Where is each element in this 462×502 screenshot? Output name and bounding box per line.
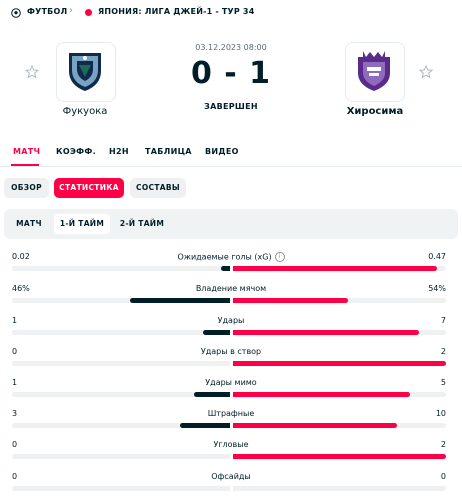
match-status: ЗАВЕРШЕН <box>204 102 258 111</box>
stat-away-track <box>233 298 446 303</box>
stat-away-value: 0 <box>440 472 446 481</box>
period-first-half[interactable]: 1-Й ТАЙМ <box>54 214 110 234</box>
stat-row-shots-off-target: 1 Удары мимо 5 <box>0 378 462 408</box>
stat-label: Удары <box>217 316 245 325</box>
japan-flag-icon <box>85 9 92 16</box>
fukuoka-crest-icon <box>69 53 101 91</box>
stat-away-track <box>233 392 446 397</box>
hiroshima-crest-icon <box>358 51 390 91</box>
stat-home-value: 0 <box>12 347 18 356</box>
chevron-right-icon: › <box>69 5 73 16</box>
home-team-name[interactable]: Фукуока <box>35 106 135 117</box>
stat-away-bar <box>233 392 411 397</box>
stat-home-track <box>12 454 230 459</box>
stat-home-track <box>12 361 230 366</box>
match-score: 0 - 1 <box>190 56 272 91</box>
stat-away-track <box>233 423 446 428</box>
stat-label: Офсайды <box>211 472 251 481</box>
main-tabs: МАТЧ КОЭФФ. H2H ТАБЛИЦА ВИДЕО <box>0 142 462 167</box>
stat-home-track <box>12 330 230 335</box>
tab-h2h[interactable]: H2H <box>109 147 129 156</box>
stat-home-bar <box>221 266 230 271</box>
stat-home-value: 1 <box>12 316 18 325</box>
stat-away-value: 0.47 <box>428 252 446 261</box>
stat-home-track <box>12 266 230 271</box>
stat-row-xg: 0.02 Ожидаемые голы (xG) i 0.47 <box>0 252 462 282</box>
subtabs: ОБЗОР СТАТИСТИКА СОСТАВЫ <box>0 178 462 200</box>
tab-match[interactable]: МАТЧ <box>13 147 40 156</box>
stat-row-free-kicks: 3 Штрафные 10 <box>0 409 462 439</box>
stat-away-bar <box>233 298 349 303</box>
stat-row-corners: 0 Угловые 2 <box>0 440 462 470</box>
subtab-lineups[interactable]: СОСТАВЫ <box>130 178 186 198</box>
stat-row-offsides: 0 Офсайды 0 <box>0 472 462 502</box>
stat-label: Удары в створ <box>200 347 262 356</box>
stat-away-value: 5 <box>440 378 446 387</box>
stat-away-value: 7 <box>440 316 446 325</box>
stat-away-track <box>233 486 446 491</box>
stat-home-value: 0 <box>12 440 18 449</box>
away-team-name[interactable]: Хиросима <box>325 106 425 117</box>
stat-away-value: 2 <box>440 347 446 356</box>
stat-home-value: 0 <box>12 472 18 481</box>
stat-home-value: 46% <box>12 284 30 293</box>
match-header: Фукуока 03.12.2023 08:00 0 - 1 ЗАВЕРШЕН … <box>0 30 462 130</box>
info-icon[interactable]: i <box>274 252 285 262</box>
stat-row-shots-on-target: 0 Удары в створ 2 <box>0 347 462 377</box>
period-second-half[interactable]: 2-Й ТАЙМ <box>114 214 170 234</box>
stat-label: Владение мячом <box>195 284 267 293</box>
stat-home-value: 3 <box>12 409 18 418</box>
stat-away-track <box>233 266 446 271</box>
stat-away-bar <box>233 361 446 366</box>
breadcrumb-sport[interactable]: ФУТБОЛ <box>27 7 67 16</box>
stat-home-track <box>12 298 230 303</box>
stat-away-track <box>233 330 446 335</box>
match-datetime: 03.12.2023 08:00 <box>195 43 267 52</box>
stat-label: Угловые <box>213 440 249 449</box>
tab-standings[interactable]: ТАБЛИЦА <box>145 147 192 156</box>
stat-row-shots: 1 Удары 7 <box>0 316 462 346</box>
stat-away-value: 54% <box>428 284 446 293</box>
stat-home-track <box>12 486 230 491</box>
tab-video[interactable]: ВИДЕО <box>205 147 239 156</box>
favorite-away-star-icon[interactable] <box>419 65 433 79</box>
stat-away-bar <box>233 330 420 335</box>
stat-home-bar <box>193 392 230 397</box>
stat-away-bar <box>233 266 438 271</box>
away-team-logo[interactable] <box>345 42 405 102</box>
stat-home-value: 0.02 <box>12 252 30 261</box>
breadcrumb-league[interactable]: ЯПОНИЯ: ЛИГА ДЖЕЙ-1 - ТУР 34 <box>98 7 254 16</box>
stat-home-track <box>12 423 230 428</box>
stat-home-track <box>12 392 230 397</box>
breadcrumb: ФУТБОЛ › ЯПОНИЯ: ЛИГА ДЖЕЙ-1 - ТУР 34 <box>0 0 462 26</box>
period-match[interactable]: МАТЧ <box>8 214 50 234</box>
home-team-logo[interactable] <box>56 42 116 102</box>
stat-label: Штрафные <box>207 409 255 418</box>
stat-row-possession: 46% Владение мячом 54% <box>0 284 462 314</box>
subtab-overview[interactable]: ОБЗОР <box>4 178 49 198</box>
period-selector: МАТЧ 1-Й ТАЙМ 2-Й ТАЙМ <box>4 209 458 239</box>
stat-label: Ожидаемые голы (xG) i <box>131 252 331 262</box>
stat-away-track <box>233 361 446 366</box>
stat-home-bar <box>129 298 230 303</box>
stat-label: Удары мимо <box>205 378 257 387</box>
stat-away-bar <box>233 454 446 459</box>
active-tab-indicator <box>11 164 39 166</box>
favorite-home-star-icon[interactable] <box>25 65 39 79</box>
stat-away-value: 10 <box>435 409 446 418</box>
stat-home-bar <box>179 423 230 428</box>
soccer-ball-icon <box>11 8 21 18</box>
subtab-statistics[interactable]: СТАТИСТИКА <box>54 178 124 198</box>
stat-home-value: 1 <box>12 378 18 387</box>
stat-away-value: 2 <box>440 440 446 449</box>
stat-home-bar <box>202 330 230 335</box>
stat-away-bar <box>233 423 397 428</box>
tab-odds[interactable]: КОЭФФ. <box>56 147 96 156</box>
stat-away-track <box>233 454 446 459</box>
